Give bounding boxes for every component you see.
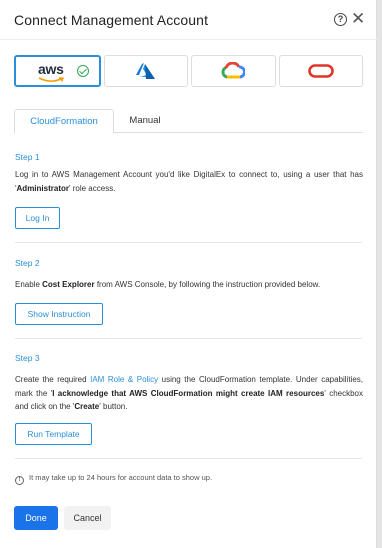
close-icon[interactable]: ✕ [351, 9, 365, 29]
aws-logo-text: aws [38, 61, 64, 77]
info-note: ! It may take up to 24 hours for account … [15, 473, 212, 485]
help-icon[interactable]: ? [334, 13, 347, 26]
step2-label: Step 2 [15, 258, 40, 268]
step-divider [15, 242, 362, 243]
step-divider [15, 458, 362, 459]
provider-option-google-cloud[interactable] [191, 55, 276, 87]
google-cloud-icon [221, 62, 246, 79]
step3-text-bold: I acknowledge that AWS CloudFormation mi… [52, 388, 325, 398]
connect-account-dialog: Connect Management Account ? ✕ aws Cloud… [0, 0, 377, 548]
provider-option-aws[interactable]: aws [14, 55, 101, 87]
step1-text-bold: Administrator [16, 183, 69, 193]
selected-check-icon [77, 65, 89, 77]
log-in-button[interactable]: Log In [15, 207, 60, 229]
scrollbar-thumb[interactable] [377, 0, 382, 548]
dialog-title: Connect Management Account [14, 12, 209, 28]
show-instruction-button[interactable]: Show Instruction [15, 303, 103, 325]
info-icon: ! [15, 476, 24, 485]
azure-icon [135, 63, 155, 79]
provider-option-azure[interactable] [103, 55, 188, 87]
step2-text: Enable Cost Explorer from AWS Console, b… [15, 278, 363, 292]
iam-role-policy-link[interactable]: IAM Role & Policy [90, 375, 158, 384]
provider-selector: aws [14, 55, 363, 87]
method-tabs: CloudFormation Manual [14, 109, 363, 134]
step3-text-part: ' button. [99, 402, 128, 411]
step1-text-part: ' role access. [68, 183, 116, 193]
step1-text: Log in to AWS Management Account you'd l… [15, 168, 363, 195]
info-text: It may take up to 24 hours for account d… [29, 473, 213, 482]
provider-option-oracle[interactable] [278, 55, 363, 87]
dialog-header: Connect Management Account ? ✕ [0, 0, 377, 40]
step1-label: Step 1 [15, 152, 40, 162]
run-template-button[interactable]: Run Template [15, 423, 92, 445]
step2-text-part: from AWS Console, by following the instr… [94, 280, 321, 289]
step2-text-bold: Cost Explorer [42, 280, 95, 289]
oracle-icon [307, 64, 334, 78]
step3-text-bold: Create [74, 402, 100, 411]
step-divider [15, 338, 362, 339]
aws-smile-icon [38, 77, 65, 82]
done-button[interactable]: Done [14, 506, 58, 530]
step3-text-part: Create the required [15, 375, 91, 384]
tab-manual[interactable]: Manual [114, 109, 176, 134]
step3-label: Step 3 [15, 353, 40, 363]
step3-text: Create the required IAM Role & Policy us… [15, 373, 363, 414]
step2-text-part: Enable [15, 280, 43, 289]
cancel-button[interactable]: Cancel [64, 506, 111, 530]
tab-cloudformation[interactable]: CloudFormation [14, 109, 114, 134]
